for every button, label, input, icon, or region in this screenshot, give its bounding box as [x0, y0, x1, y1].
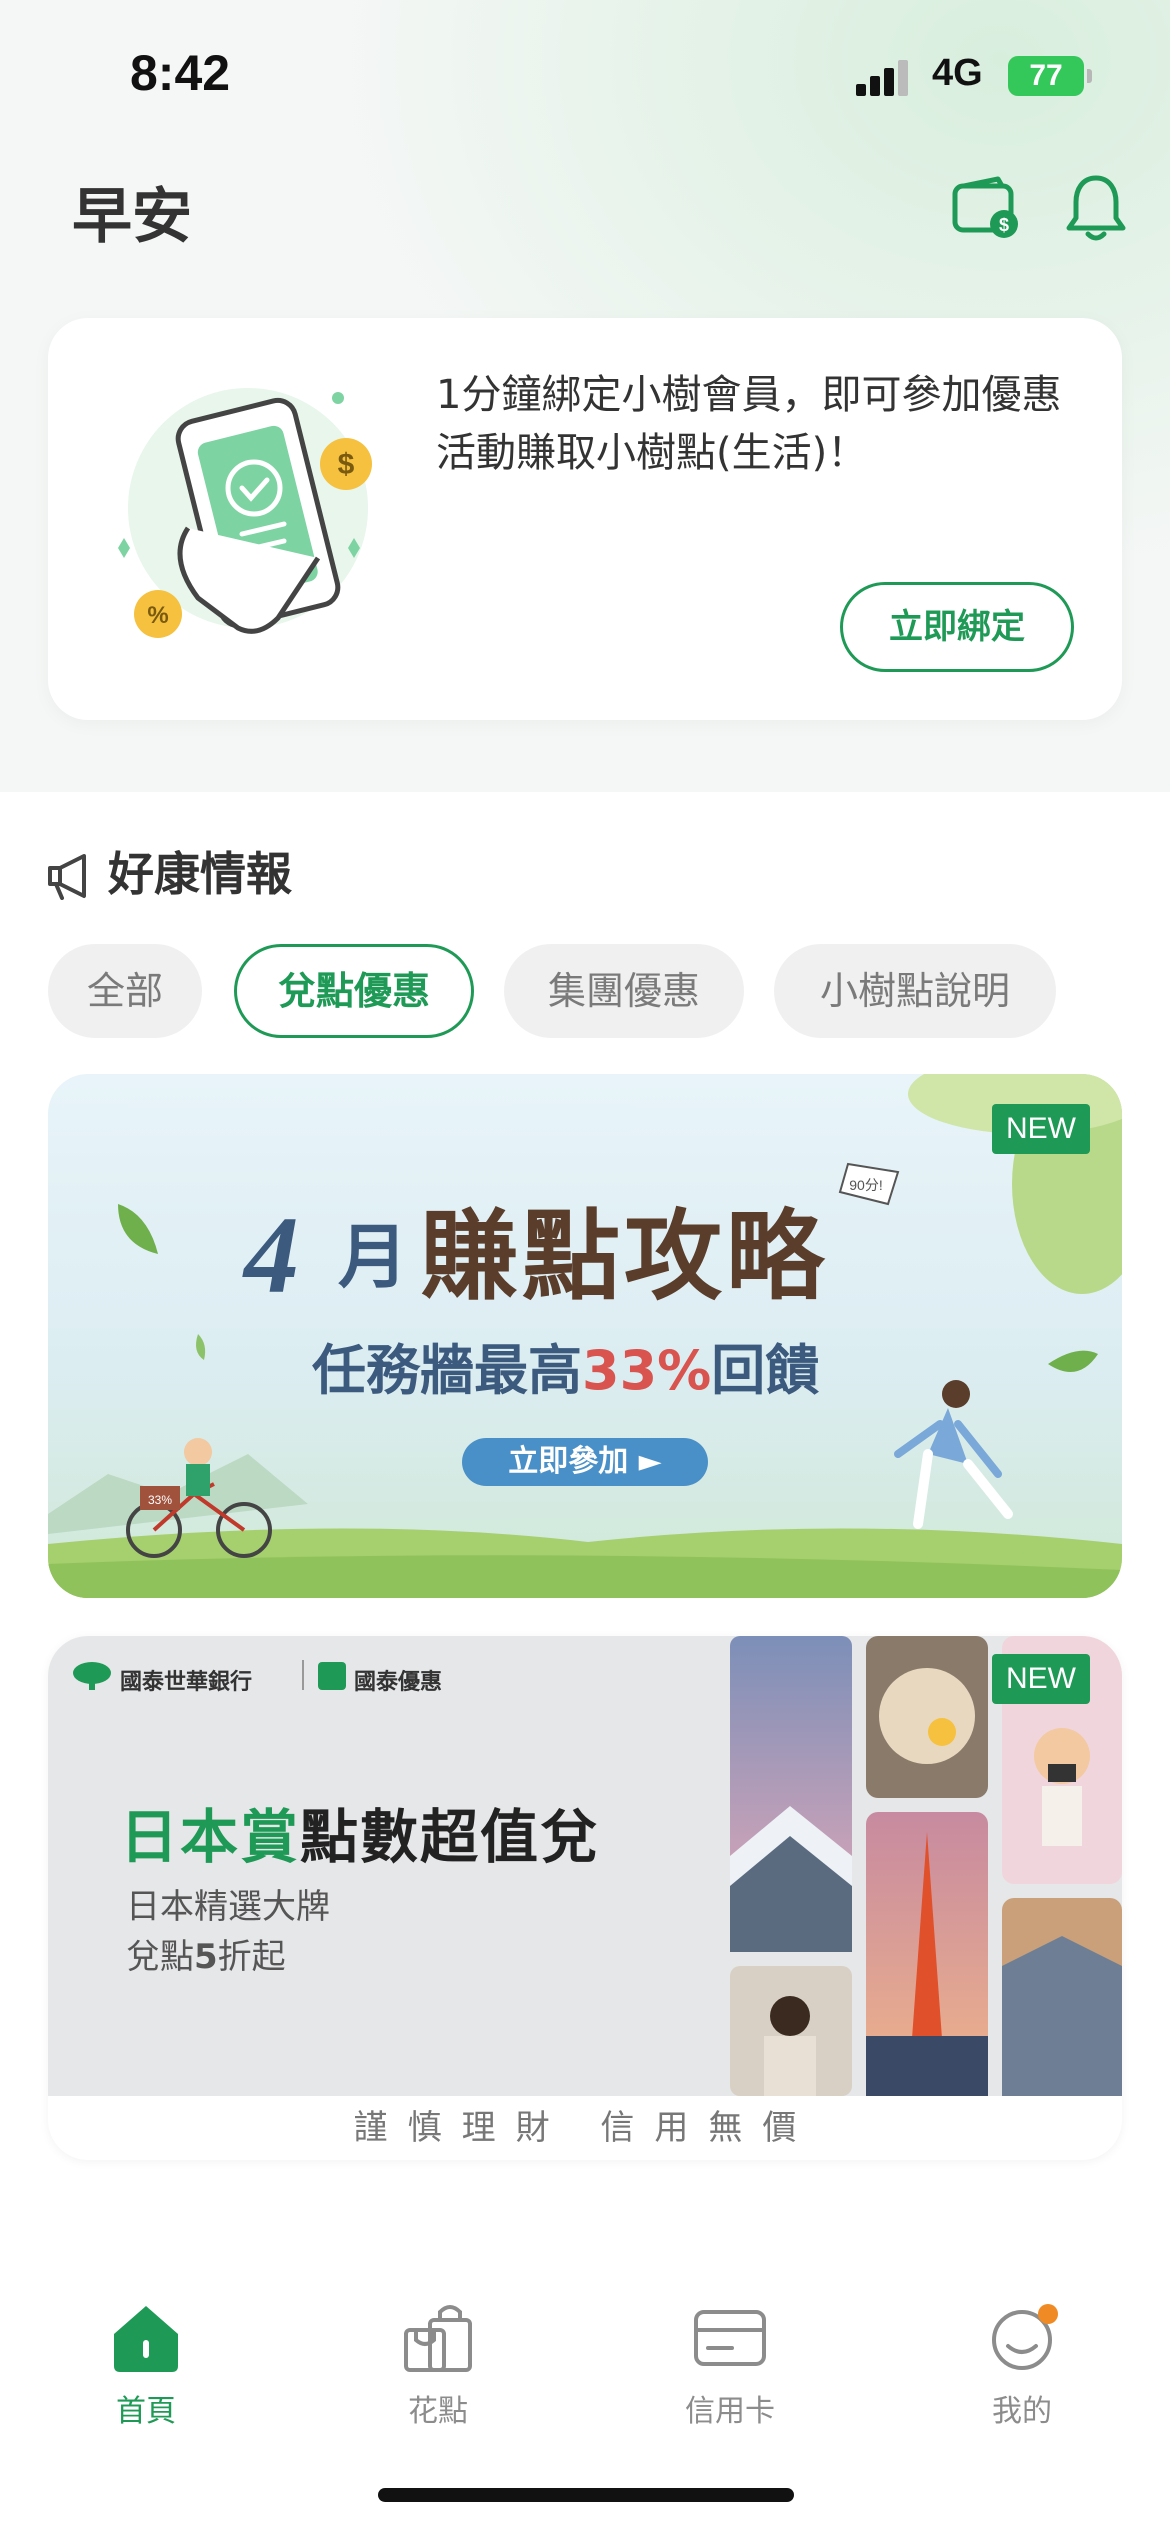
title-rest: 點數超值兌 [300, 1803, 601, 1871]
banner-subtitle-a: 任務牆最高 [312, 1339, 582, 1402]
phone-check-illustration: $ % [118, 388, 372, 638]
network-type: 4G [932, 52, 983, 94]
tab-credit-card-label: 信用卡 [685, 2394, 775, 2429]
wallet-dollar-icon[interactable]: $ [952, 176, 1024, 240]
join-now-button[interactable]: 立即參加 ► [462, 1438, 708, 1486]
subtitle-line2-b: 5 [194, 1937, 218, 1977]
japan-banner-subtitle: 日本精選大牌 兌點5折起 [126, 1882, 330, 1982]
profile-icon [992, 2304, 1058, 2370]
banner-month-number: 4 [244, 1194, 299, 1316]
chip-all[interactable]: 全部 [48, 944, 202, 1038]
svg-text:%: % [147, 602, 168, 629]
chip-redeem-deals[interactable]: 兌點優惠 [234, 944, 474, 1038]
promo-name: 國泰優惠 [354, 1670, 443, 1695]
tab-home[interactable]: 首頁 [46, 2280, 246, 2430]
status-time: 8:42 [130, 45, 231, 101]
new-badge: NEW [992, 1104, 1090, 1154]
banner-subtitle-b: 回饋 [711, 1339, 820, 1402]
home-icon [114, 2306, 178, 2372]
subtitle-line1: 日本精選大牌 [126, 1887, 330, 1927]
bell-icon[interactable] [1064, 172, 1128, 244]
tab-profile[interactable]: 我的 [922, 2280, 1122, 2430]
shopping-bag-icon [404, 2305, 472, 2372]
chip-group-deals[interactable]: 集團優惠 [504, 944, 744, 1038]
bank-name: 國泰世華銀行 [120, 1670, 253, 1695]
bind-now-button[interactable]: 立即綁定 [840, 582, 1074, 672]
subtitle-line2-a: 兌點 [126, 1937, 194, 1977]
bind-promo-text: 1分鐘綁定小樹會員，即可參加優惠活動賺取小樹點(生活)！ [436, 372, 1062, 476]
flag-text: 90分! [849, 1177, 882, 1193]
promo-logo-icon [318, 1662, 346, 1690]
greeting-title: 早安 [72, 182, 192, 252]
logo-separator [302, 1660, 304, 1690]
banner-scene-illustration: 33% 90分! [48, 1074, 1122, 1598]
banner-subtitle-highlight: 33% [582, 1339, 712, 1402]
tree-logo-icon [73, 1662, 111, 1690]
bottom-tab-bar: 首頁 花點 信用卡 我的 [0, 2280, 1170, 2430]
banner-month-char: 月 [338, 1216, 408, 1298]
tab-points-label: 花點 [408, 2394, 468, 2429]
banner-subtitle: 任務牆最高33%回饋 [312, 1344, 819, 1398]
japan-photo-collage [730, 1636, 1122, 2096]
home-indicator [378, 2488, 794, 2502]
megaphone-icon [48, 854, 86, 900]
chip-points-info[interactable]: 小樹點說明 [774, 944, 1056, 1038]
title-green: 日本賞 [120, 1803, 301, 1871]
bike-sign-text: 33% [148, 1493, 172, 1507]
deals-section-title: 好康情報 [108, 847, 292, 901]
tab-points[interactable]: 花點 [338, 2280, 538, 2430]
banner-title: 賺點攻略 [420, 1200, 829, 1314]
tab-profile-label: 我的 [992, 2394, 1052, 2429]
signal-icon [856, 60, 916, 96]
tab-credit-card[interactable]: 信用卡 [630, 2280, 830, 2430]
japan-banner-title: 日本賞點數超值兌 [120, 1790, 600, 1874]
credit-card-icon [694, 2310, 766, 2366]
earn-points-banner[interactable]: 33% 90分! NEW 4 月 賺點攻略 任務牆最高33%回饋 立即參加 ► [48, 1074, 1122, 1598]
status-bar: 8:42 4G 77 [0, 0, 1170, 150]
subtitle-line2-c: 折起 [217, 1937, 286, 1977]
svg-text:$: $ [999, 215, 1009, 235]
svg-text:$: $ [338, 448, 355, 481]
new-badge: NEW [992, 1654, 1090, 1704]
tab-home-label: 首頁 [116, 2394, 176, 2429]
battery-icon: 77 [1008, 56, 1092, 96]
subtitle-line2: 兌點5折起 [126, 1932, 330, 1982]
banner-disclaimer: 謹慎理財 信用無價 [353, 2108, 817, 2148]
japan-redeem-banner[interactable]: 國泰世華銀行 國泰優惠 日本賞點數超值兌 日本精選大牌 兌點5折起 NEW 謹慎… [48, 1636, 1122, 2160]
member-bind-card: $ % 1分鐘綁定小樹會員，即可參加優惠活動賺取小樹點(生活)！ 立即綁定 [48, 318, 1122, 720]
